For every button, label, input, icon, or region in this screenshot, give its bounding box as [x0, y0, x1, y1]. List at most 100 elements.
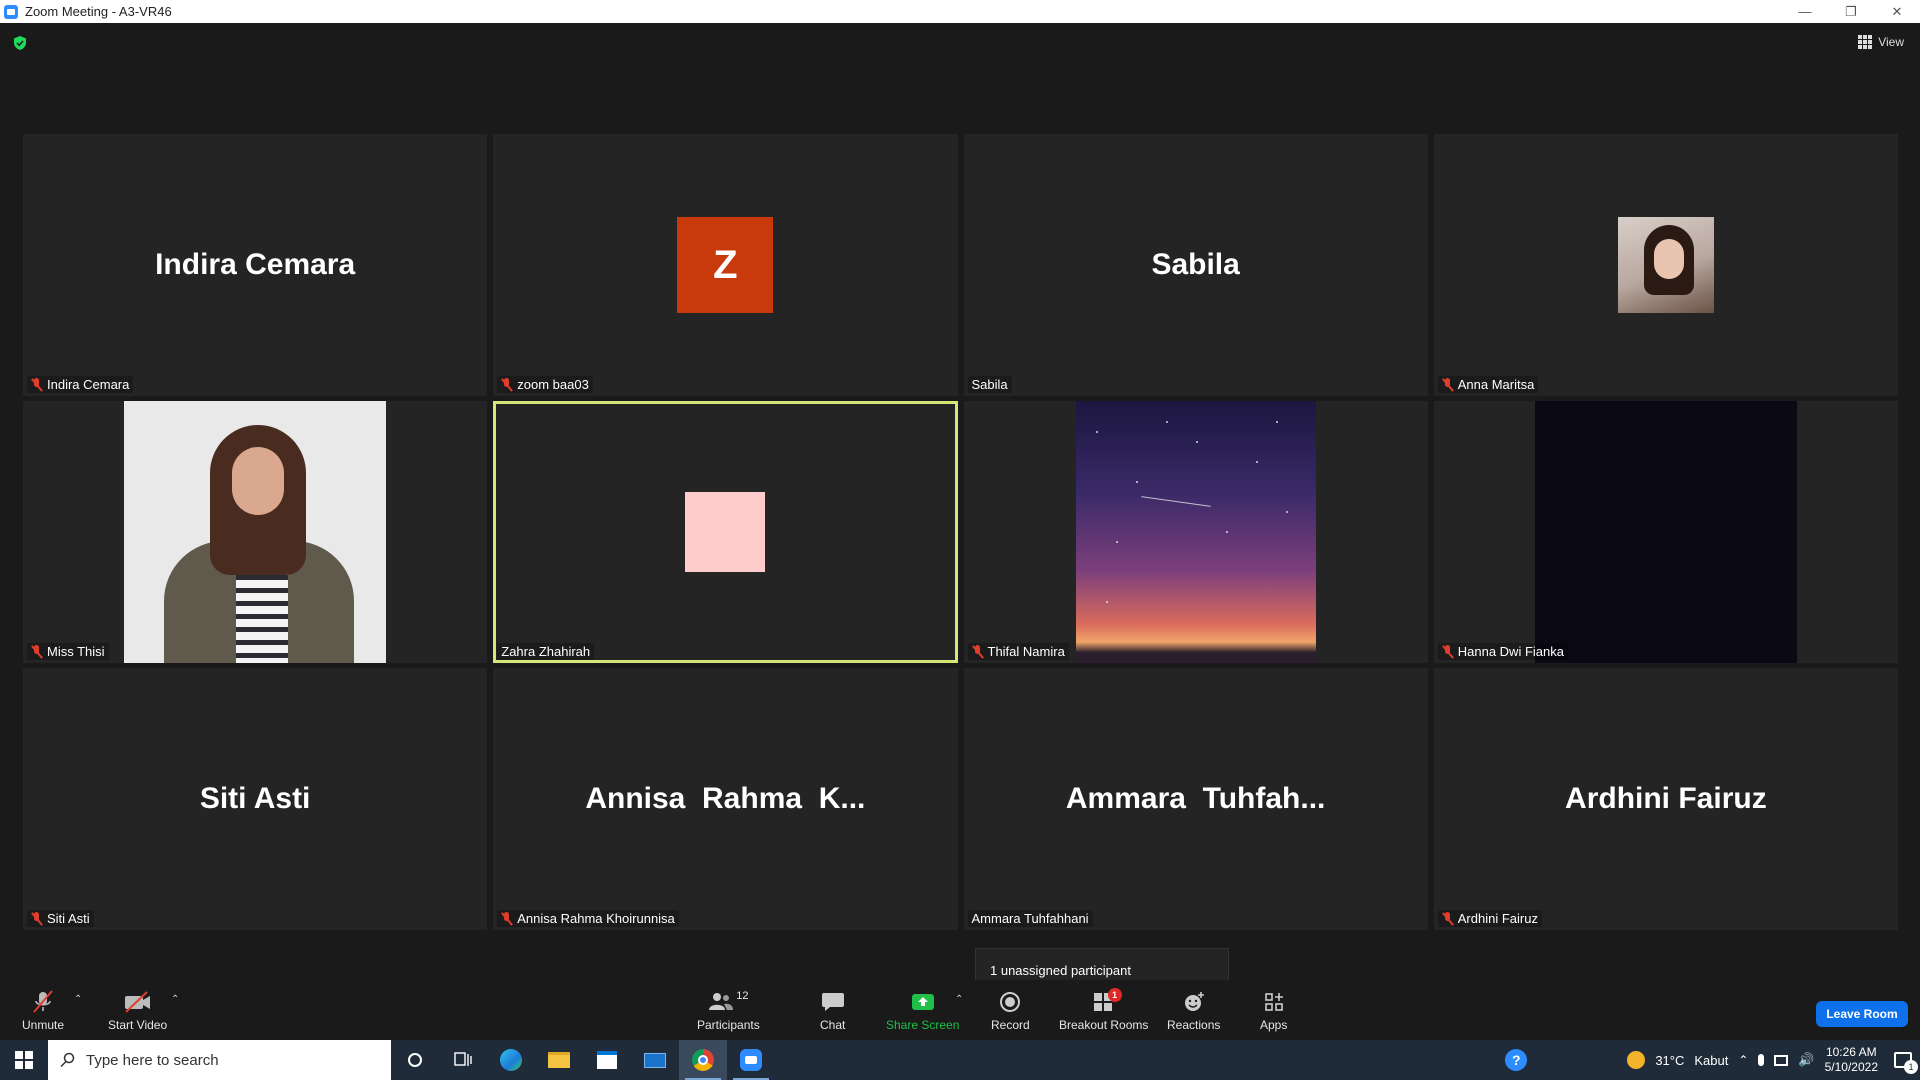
clock-date: 5/10/2022	[1824, 1060, 1878, 1074]
mic-muted-icon	[1442, 644, 1454, 659]
chat-button[interactable]: Chat	[820, 990, 845, 1032]
meeting-toolbar: Unmute ⌃ Start Video ⌃ 12 Participants C…	[0, 980, 1920, 1040]
participant-tile[interactable]: Hanna Dwi Fianka	[1433, 401, 1898, 663]
store-bag-icon	[597, 1051, 617, 1069]
participant-label: Anna Maritsa	[1437, 376, 1539, 393]
participant-name: Hanna Dwi Fianka	[1457, 644, 1564, 659]
taskbar-search-box[interactable]: Type here to search	[48, 1040, 391, 1080]
folder-icon	[548, 1052, 570, 1068]
mic-muted-icon	[501, 377, 513, 392]
reactions-label: Reactions	[1167, 1018, 1221, 1032]
weather-condition[interactable]: Kabut	[1694, 1053, 1728, 1068]
minimize-button[interactable]: —	[1782, 0, 1828, 23]
participant-name: zoom baa03	[517, 377, 589, 392]
start-video-label: Start Video	[108, 1018, 168, 1032]
view-label: View	[1878, 35, 1904, 49]
audio-options-caret[interactable]: ⌃	[74, 994, 82, 1005]
close-button[interactable]: ✕	[1874, 0, 1920, 23]
record-button[interactable]: Record	[991, 990, 1030, 1032]
cortana-button[interactable]	[391, 1040, 439, 1080]
participant-name: Sabila	[971, 377, 1008, 392]
participant-display-name: Annisa Rahma K...	[585, 782, 866, 815]
network-icon[interactable]	[1774, 1054, 1789, 1066]
notification-count: 1	[1904, 1060, 1918, 1074]
participant-tile[interactable]: Ardhini Fairuz Ardhini Fairuz	[1433, 668, 1898, 930]
tooltip-text: 1 unassigned participant	[990, 963, 1131, 978]
participant-profile-photo	[685, 492, 766, 572]
mic-muted-icon	[31, 377, 43, 392]
apps-icon	[1263, 990, 1285, 1014]
chrome-browser-icon	[692, 1049, 714, 1071]
windows-start-button[interactable]	[0, 1040, 48, 1080]
mic-muted-icon	[31, 911, 43, 926]
security-shield-icon[interactable]	[12, 35, 28, 51]
start-video-button[interactable]: Start Video	[108, 990, 167, 1032]
apps-label: Apps	[1260, 1018, 1288, 1032]
taskbar-store[interactable]	[583, 1040, 631, 1080]
window-title: Zoom Meeting - A3-VR46	[25, 4, 172, 19]
window-title-bar: Zoom Meeting - A3-VR46 — ❐ ✕	[0, 0, 1920, 23]
participant-profile-photo	[124, 401, 387, 663]
record-icon	[998, 990, 1022, 1014]
participant-tile-active-speaker[interactable]: Zahra Zhahirah	[493, 401, 958, 663]
weather-temperature[interactable]: 31°C	[1655, 1053, 1684, 1068]
chat-icon	[821, 990, 845, 1014]
breakout-rooms-badge: 1	[1107, 988, 1122, 1002]
participants-button[interactable]: 12 Participants	[697, 990, 760, 1032]
task-view-button[interactable]	[439, 1040, 487, 1080]
mic-muted-icon	[501, 911, 513, 926]
participant-label: Sabila	[967, 376, 1012, 393]
breakout-rooms-button[interactable]: 1 Breakout Rooms	[1059, 988, 1148, 1032]
participant-tile[interactable]: Ammara Tuhfah... Ammara Tuhfahhani	[963, 668, 1428, 930]
apps-button[interactable]: Apps	[1260, 990, 1287, 1032]
search-placeholder: Type here to search	[86, 1051, 219, 1069]
weather-sun-icon	[1627, 1051, 1646, 1069]
participant-tile[interactable]: Indira Cemara Indira Cemara	[23, 134, 488, 396]
participant-tile[interactable]: Miss Thisi	[23, 401, 488, 663]
video-options-caret[interactable]: ⌃	[171, 994, 179, 1005]
mail-envelope-icon	[644, 1052, 666, 1068]
participant-display-name: Ammara Tuhfah...	[1065, 782, 1326, 815]
leave-room-button[interactable]: Leave Room	[1816, 1001, 1908, 1027]
participant-tile[interactable]: Sabila Sabila	[963, 134, 1428, 396]
participant-display-name: Sabila	[1151, 248, 1240, 281]
taskbar-chrome[interactable]	[679, 1040, 727, 1080]
participant-label: Annisa Rahma Khoirunnisa	[497, 910, 679, 927]
edge-browser-icon	[500, 1049, 522, 1071]
show-hidden-icons-chevron-icon[interactable]: ⌃	[1738, 1053, 1748, 1067]
chat-label: Chat	[820, 1018, 846, 1032]
view-button[interactable]: View	[1858, 35, 1904, 49]
unmute-button[interactable]: Unmute	[22, 990, 64, 1032]
meeting-area: View Indira Cemara Indira Cemara Z zoom …	[0, 23, 1920, 1040]
notification-center-icon[interactable]: 1	[1894, 1052, 1918, 1074]
participant-label: Thifal Namira	[967, 643, 1069, 660]
participant-label: Ammara Tuhfahhani	[967, 910, 1093, 927]
share-options-caret[interactable]: ⌃	[955, 994, 963, 1005]
participant-tile[interactable]: Anna Maritsa	[1433, 134, 1898, 396]
participant-name: Miss Thisi	[47, 644, 105, 659]
participant-tile[interactable]: Siti Asti Siti Asti	[23, 668, 488, 930]
windows-taskbar: Type here to search ? 31°C Kabut ⌃ 🔊 10:…	[0, 1040, 1920, 1080]
share-screen-label: Share Screen	[886, 1018, 960, 1032]
cortana-circle-icon	[408, 1053, 422, 1067]
participant-name: Zahra Zhahirah	[501, 644, 591, 659]
participant-name: Thifal Namira	[987, 644, 1065, 659]
share-screen-button[interactable]: Share Screen	[886, 990, 959, 1032]
volume-icon[interactable]: 🔊	[1798, 1052, 1814, 1068]
participant-tile[interactable]: Z zoom baa03	[493, 134, 958, 396]
taskbar-mail[interactable]	[631, 1040, 679, 1080]
grid-icon	[1858, 35, 1873, 49]
taskbar-file-explorer[interactable]	[535, 1040, 583, 1080]
taskbar-edge[interactable]	[487, 1040, 535, 1080]
reactions-button[interactable]: Reactions	[1167, 990, 1220, 1032]
taskbar-clock[interactable]: 10:26 AM 5/10/2022	[1825, 1045, 1878, 1075]
participant-name: Anna Maritsa	[1457, 377, 1535, 392]
restore-button[interactable]: ❐	[1828, 0, 1874, 23]
participant-display-name: Ardhini Fairuz	[1565, 782, 1767, 815]
participant-tile[interactable]: Annisa Rahma K... Annisa Rahma Khoirunni…	[493, 668, 958, 930]
taskbar-zoom[interactable]	[727, 1040, 775, 1080]
clock-time: 10:26 AM	[1825, 1045, 1877, 1059]
help-icon[interactable]: ?	[1505, 1049, 1528, 1071]
microphone-tray-icon[interactable]	[1758, 1054, 1765, 1066]
participant-tile[interactable]: Thifal Namira	[963, 401, 1428, 663]
